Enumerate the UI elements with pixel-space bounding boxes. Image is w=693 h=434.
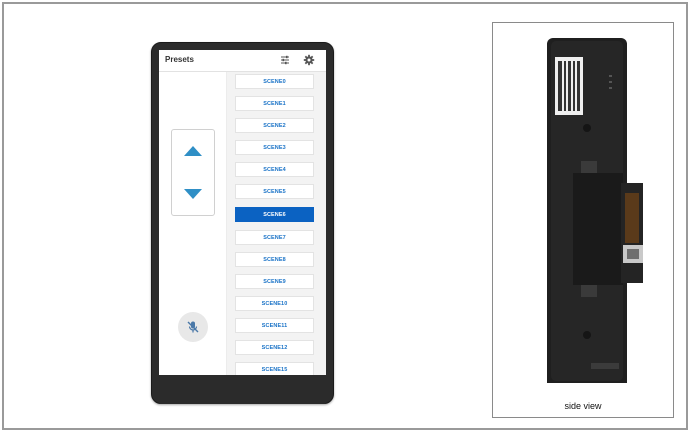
side-view-caption: side view bbox=[564, 401, 602, 411]
tablet-bottom-bezel bbox=[159, 384, 326, 404]
scene-button-9[interactable]: SCENE9 bbox=[235, 274, 314, 289]
device-side-photo bbox=[547, 38, 643, 383]
microphone-off-icon bbox=[187, 321, 199, 333]
scroll-down-button[interactable] bbox=[172, 173, 214, 215]
mute-button[interactable] bbox=[178, 312, 208, 342]
tablet-screen: Presets SCENE0 SCENE1 SCENE2 SCENE3 SCEN… bbox=[159, 50, 326, 375]
scene-button-0[interactable]: SCENE0 bbox=[235, 74, 314, 89]
presets-title: Presets bbox=[165, 55, 194, 64]
scene-button-2[interactable]: SCENE2 bbox=[235, 118, 314, 133]
scene-button-12[interactable]: SCENE12 bbox=[235, 340, 314, 355]
scene-nav-panel bbox=[171, 129, 215, 216]
left-control-pane bbox=[159, 72, 227, 375]
scene-button-8[interactable]: SCENE8 bbox=[235, 252, 314, 267]
triangle-down-icon bbox=[184, 189, 202, 199]
scene-button-5[interactable]: SCENE5 bbox=[235, 184, 314, 199]
presets-header: Presets bbox=[159, 50, 326, 72]
scene-button-4[interactable]: SCENE4 bbox=[235, 162, 314, 177]
scene-button-10[interactable]: SCENE10 bbox=[235, 296, 314, 311]
scroll-up-button[interactable] bbox=[172, 130, 214, 172]
triangle-up-icon bbox=[184, 146, 202, 156]
gear-icon[interactable] bbox=[302, 53, 316, 67]
scene-button-1[interactable]: SCENE1 bbox=[235, 96, 314, 111]
scene-button-6-active[interactable]: SCENE6 bbox=[235, 207, 314, 222]
scene-button-15[interactable]: SCENE15 bbox=[235, 362, 314, 375]
scene-button-7[interactable]: SCENE7 bbox=[235, 230, 314, 245]
barcode-label bbox=[555, 57, 583, 115]
scene-button-3[interactable]: SCENE3 bbox=[235, 140, 314, 155]
sliders-icon[interactable] bbox=[278, 53, 292, 67]
scene-button-11[interactable]: SCENE11 bbox=[235, 318, 314, 333]
side-view-panel: side view bbox=[492, 22, 674, 418]
scene-list: SCENE0 SCENE1 SCENE2 SCENE3 SCENE4 SCENE… bbox=[227, 72, 326, 375]
